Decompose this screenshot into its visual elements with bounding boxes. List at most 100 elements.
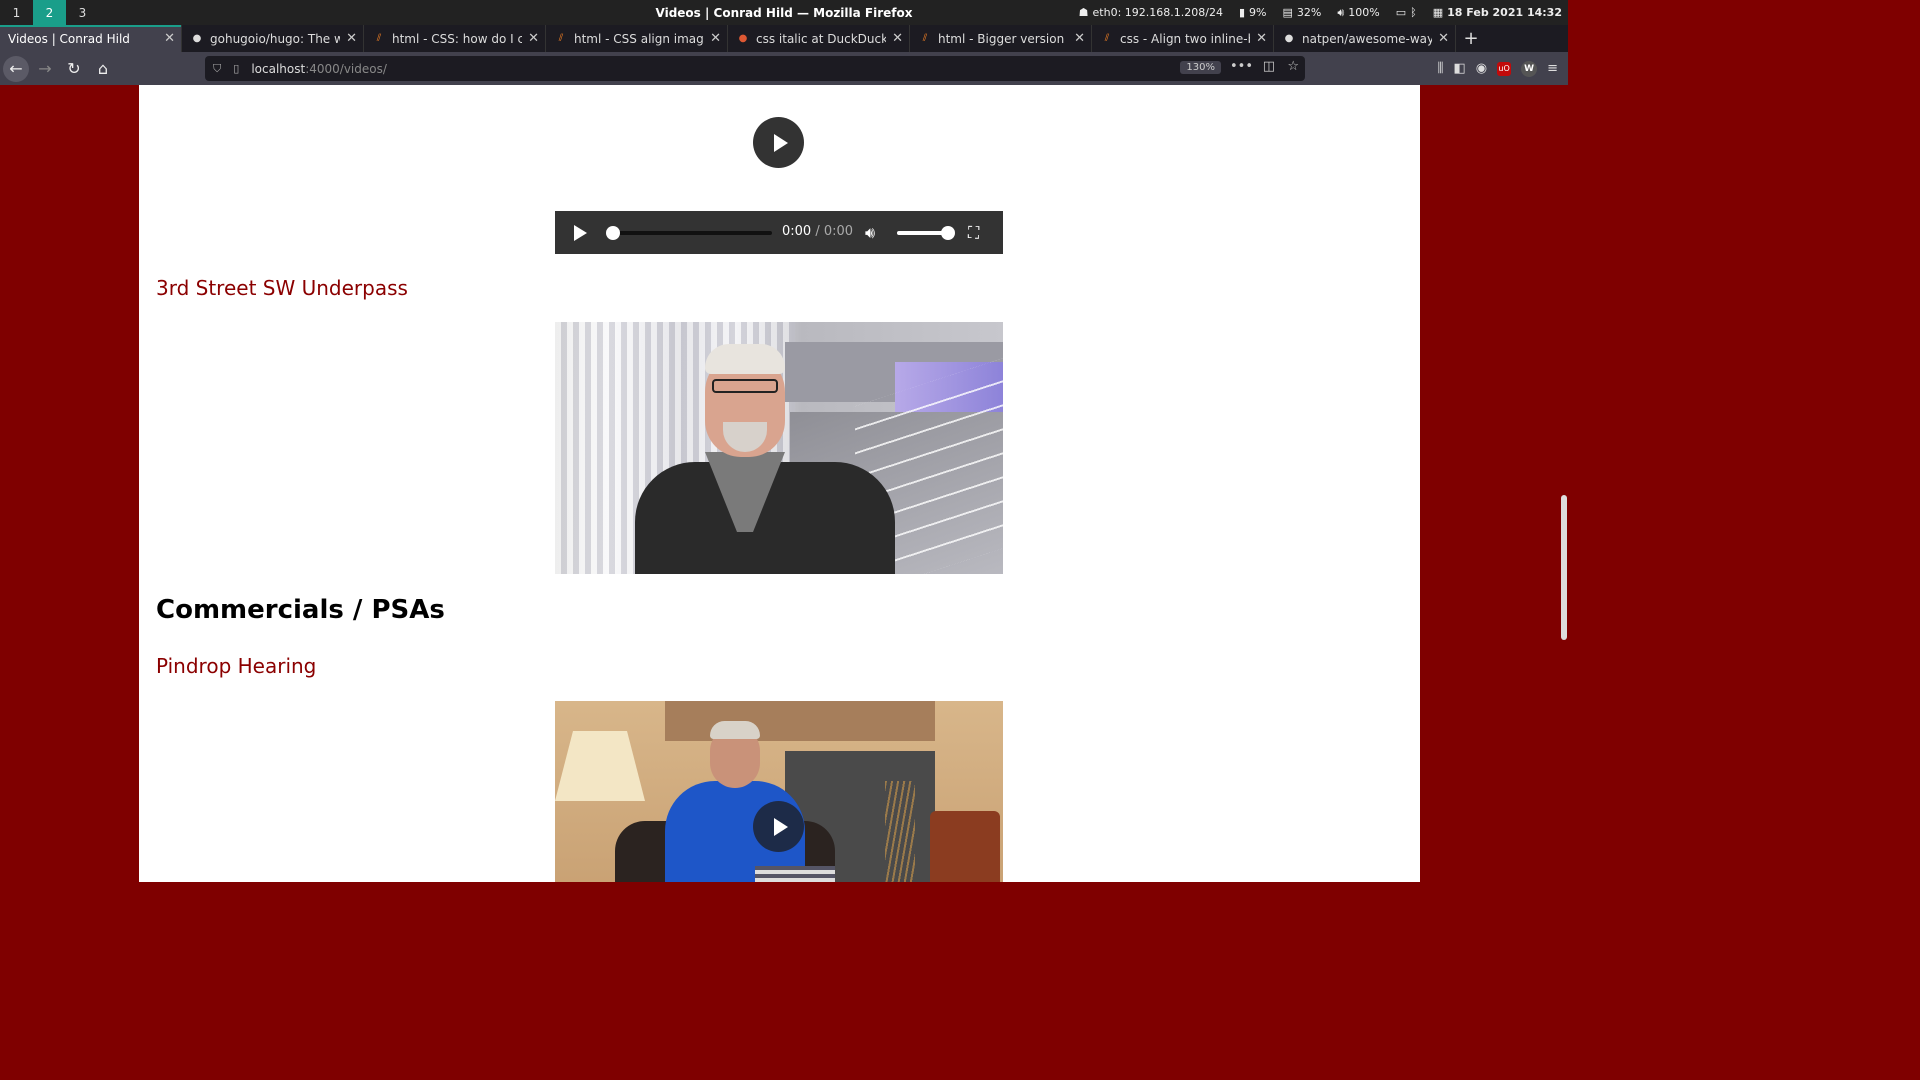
thumb-side-table: [930, 811, 1000, 882]
close-icon[interactable]: ✕: [164, 31, 175, 46]
github-icon: ●: [192, 33, 202, 44]
ublock-icon[interactable]: uO: [1497, 61, 1512, 76]
memory-status: 32%: [1296, 6, 1322, 19]
stackoverflow-icon: ⫽: [376, 33, 382, 44]
tab-videos[interactable]: Videos | Conrad Hild ✕: [0, 25, 182, 52]
extension-w-icon[interactable]: W: [1521, 60, 1538, 77]
thumb-mantel: [665, 701, 935, 741]
tab-label: html - CSS: how do I create: [392, 31, 523, 46]
seek-knob[interactable]: [606, 226, 620, 240]
duration: 0:00: [823, 224, 854, 239]
thumb-person-glasses: [712, 379, 778, 393]
forward-button[interactable]: →: [32, 56, 58, 82]
thumb-lamp: [555, 731, 645, 801]
thumb-plant: [885, 781, 915, 882]
video-title-pindrop[interactable]: Pindrop Hearing: [156, 654, 316, 678]
close-icon[interactable]: ✕: [1438, 31, 1449, 46]
url-bar[interactable]: ⛉ ▯ localhost:4000/videos/ 130% ••• ◫ ☆: [205, 56, 1305, 81]
calendar-icon: ▦: [1432, 6, 1444, 19]
thumb-person-pants: [755, 866, 835, 882]
sidebar-icon[interactable]: ◧: [1453, 61, 1465, 76]
close-icon[interactable]: ✕: [1074, 31, 1085, 46]
network-status: eth0: 192.168.1.208/24: [1092, 6, 1223, 19]
back-button[interactable]: ←: [3, 55, 29, 82]
shield-icon[interactable]: ⛉: [213, 62, 221, 76]
volume-knob[interactable]: [941, 226, 955, 240]
page-actions-icon[interactable]: •••: [1230, 59, 1253, 74]
battery-icon: ▮: [1238, 6, 1246, 19]
close-icon[interactable]: ✕: [892, 31, 903, 46]
account-icon[interactable]: ◉: [1476, 61, 1487, 76]
home-button[interactable]: ⌂: [90, 56, 116, 82]
system-bar: 1 2 3 Videos | Conrad Hild — Mozilla Fir…: [0, 0, 1568, 25]
tab-label: css italic at DuckDuckGo: [756, 31, 887, 46]
toolbar-right: ⫼ ◧ ◉ uO W ≡: [1437, 52, 1568, 85]
menu-icon[interactable]: ≡: [1547, 61, 1558, 76]
play-icon: [773, 133, 788, 152]
status-area: ☗ eth0: 192.168.1.208/24 ▮ 9% ▤ 32% 🔊︎ 100% …: [1079, 0, 1562, 25]
memory-icon: ▤: [1282, 6, 1293, 19]
video-play-overlay[interactable]: [753, 801, 804, 852]
volume-status: 100%: [1348, 6, 1380, 19]
stackoverflow-icon: ⫽: [922, 33, 928, 44]
new-tab-button[interactable]: +: [1456, 25, 1486, 52]
pocket-icon[interactable]: ◫: [1263, 59, 1275, 74]
video-title-underpass[interactable]: 3rd Street SW Underpass: [156, 276, 408, 300]
display-icon: ▭: [1395, 6, 1407, 19]
workspace-1[interactable]: 1: [0, 0, 33, 25]
stackoverflow-icon: ⫽: [1104, 33, 1110, 44]
url-host: localhost: [251, 61, 306, 76]
tab-duckduckgo[interactable]: ● css italic at DuckDuckGo ✕: [728, 25, 910, 52]
page-icon[interactable]: ▯: [233, 62, 239, 75]
tab-label: html - Bigger version of &: [938, 31, 1068, 46]
library-icon[interactable]: ⫼: [1437, 61, 1443, 76]
duckduckgo-icon: ●: [738, 33, 748, 44]
tab-label: Videos | Conrad Hild: [8, 31, 130, 46]
bluetooth-icon: ᛒ: [1410, 6, 1417, 19]
tab-label: natpen/awesome-wayland: [1302, 31, 1433, 46]
video-play-overlay[interactable]: [753, 117, 804, 168]
tab-bigger-version[interactable]: ⫽ html - Bigger version of & ✕: [910, 25, 1092, 52]
play-icon[interactable]: [574, 224, 587, 241]
clock: 18 Feb 2021 14:32: [1447, 6, 1562, 19]
workspace-3[interactable]: 3: [66, 0, 99, 25]
seek-slider[interactable]: [606, 226, 772, 240]
stackoverflow-icon: ⫽: [558, 33, 564, 44]
tab-label: css - Align two inline-block: [1120, 31, 1250, 46]
scrollbar[interactable]: [1559, 85, 1568, 882]
speaker-icon[interactable]: 🔊︎: [865, 223, 875, 243]
navigation-bar: ← → ↻ ⌂ ⛉ ▯ localhost:4000/videos/ 130% …: [0, 52, 1568, 85]
volume-slider[interactable]: [897, 226, 955, 240]
heading-commercials: Commercials / PSAs: [156, 595, 445, 625]
scrollbar-thumb[interactable]: [1561, 495, 1567, 640]
url-path: :4000/videos/: [305, 61, 387, 76]
close-icon[interactable]: ✕: [710, 31, 721, 46]
tab-label: html - CSS align images and: [574, 31, 704, 46]
volume-icon: 🔊︎: [1337, 5, 1345, 19]
close-icon[interactable]: ✕: [346, 31, 357, 46]
play-icon: [773, 817, 788, 836]
tab-align-inline-block[interactable]: ⫽ css - Align two inline-block ✕: [1092, 25, 1274, 52]
tab-awesome-wayland[interactable]: ● natpen/awesome-wayland ✕: [1274, 25, 1456, 52]
zoom-badge[interactable]: 130%: [1180, 61, 1221, 74]
media-controls: 0:00 / 0:00 🔊︎ ⛶: [555, 211, 1003, 254]
network-icon: ☗: [1078, 6, 1089, 19]
thumb-person-hair: [710, 721, 760, 739]
thumb-person-hair: [705, 344, 785, 374]
tab-hugo[interactable]: ● gohugoio/hugo: The world's fastest ✕: [182, 25, 364, 52]
bookmark-star-icon[interactable]: ☆: [1287, 59, 1299, 74]
tab-label: gohugoio/hugo: The world's fastest: [210, 31, 341, 46]
time-display: 0:00 / 0:00: [782, 224, 853, 239]
workspace-2[interactable]: 2: [33, 0, 66, 25]
video-thumbnail-underpass[interactable]: [555, 322, 1003, 574]
tab-css-create[interactable]: ⫽ html - CSS: how do I create ✕: [364, 25, 546, 52]
close-icon[interactable]: ✕: [528, 31, 539, 46]
tab-css-align-images[interactable]: ⫽ html - CSS align images and ✕: [546, 25, 728, 52]
fullscreen-icon[interactable]: ⛶: [968, 223, 979, 243]
content-column: 0:00 / 0:00 🔊︎ ⛶ 3rd Street SW Underpass…: [139, 85, 1420, 882]
battery-status: 9%: [1249, 6, 1267, 19]
github-icon: ●: [1284, 33, 1294, 44]
video-thumbnail-pindrop[interactable]: [555, 701, 1003, 882]
reload-button[interactable]: ↻: [61, 56, 87, 82]
close-icon[interactable]: ✕: [1256, 31, 1267, 46]
